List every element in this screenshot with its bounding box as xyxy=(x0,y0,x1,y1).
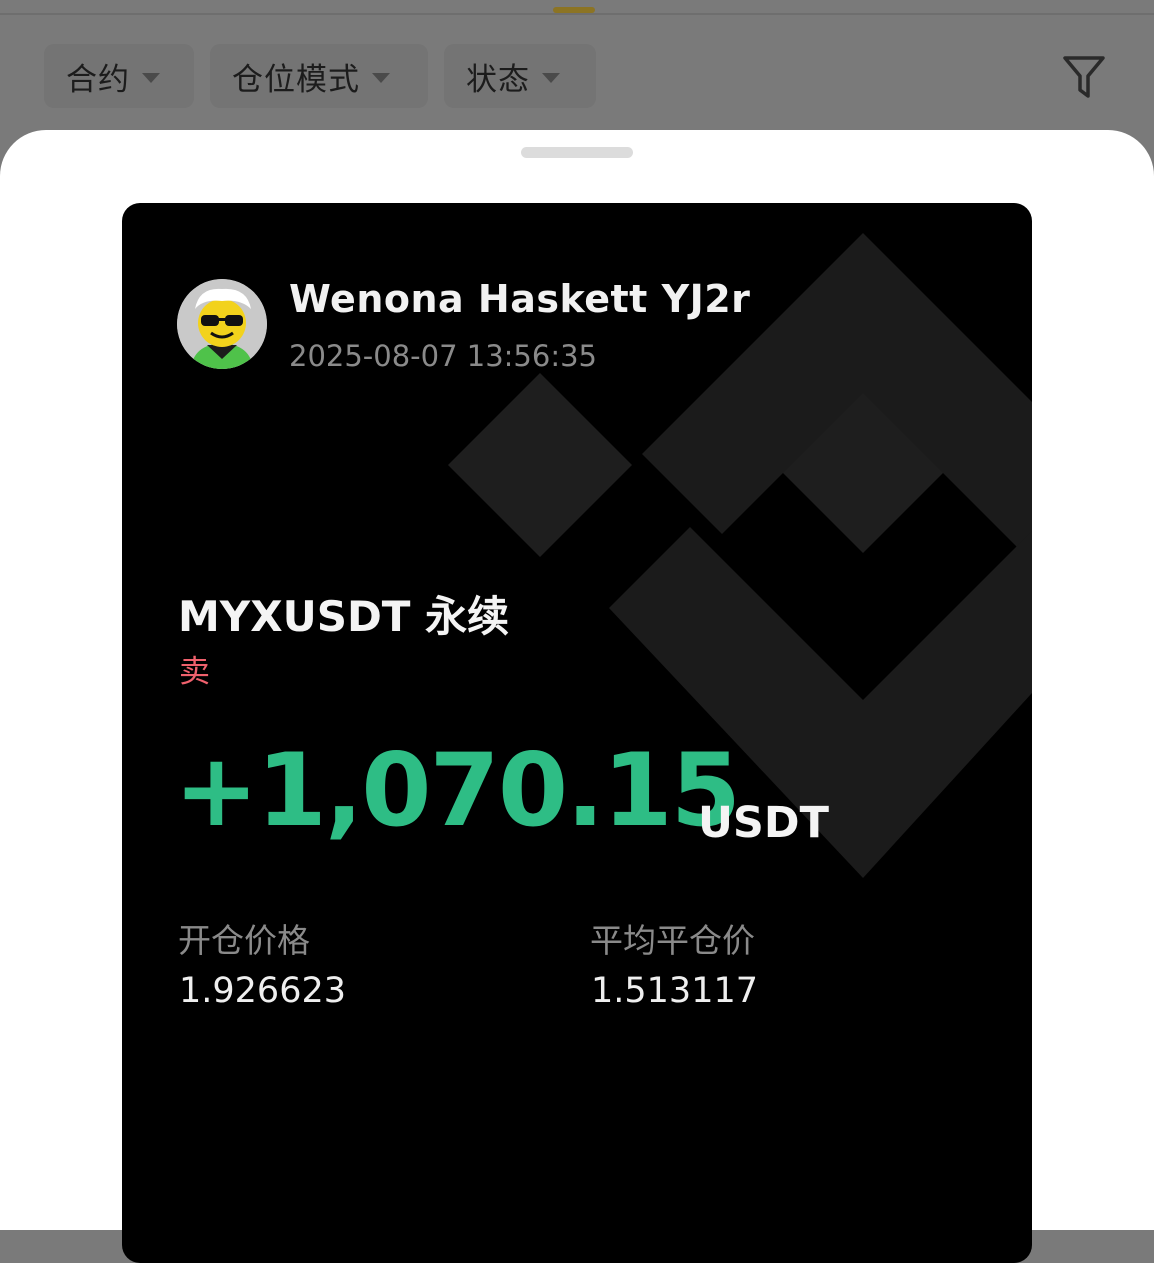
close-price-value: 1.513117 xyxy=(591,971,759,1011)
filter-position-mode-dropdown[interactable]: 仓位模式 xyxy=(210,44,428,108)
pnl-unit: USDT xyxy=(698,798,829,848)
sheet-drag-handle[interactable] xyxy=(521,147,633,158)
pnl-share-card: Wenona Haskett YJ2r 2025-08-07 13:56:35 … xyxy=(122,203,1032,1263)
share-timestamp: 2025-08-07 13:56:35 xyxy=(289,339,597,373)
entry-price-label: 开仓价格 xyxy=(178,921,310,960)
contract-name: MYXUSDT 永续 xyxy=(178,592,510,641)
username: Wenona Haskett YJ2r xyxy=(289,277,751,321)
filter-status-label: 状态 xyxy=(466,61,530,98)
active-tab-indicator xyxy=(553,7,595,13)
chevron-down-icon xyxy=(372,73,390,83)
entry-price-value: 1.926623 xyxy=(179,971,347,1011)
filter-position-mode-label: 仓位模式 xyxy=(232,61,360,98)
chevron-down-icon xyxy=(142,73,160,83)
funnel-filter-icon[interactable] xyxy=(1062,54,1106,100)
close-price-label: 平均平仓价 xyxy=(590,921,755,960)
user-avatar xyxy=(177,279,267,369)
header-divider xyxy=(0,13,1154,15)
pnl-value: +1,070.15 xyxy=(174,731,741,849)
filter-contract-label: 合约 xyxy=(66,61,130,98)
trade-side: 卖 xyxy=(179,654,210,690)
user-avatar-cartoon xyxy=(177,279,267,369)
filter-contract-dropdown[interactable]: 合约 xyxy=(44,44,194,108)
chevron-down-icon xyxy=(542,73,560,83)
share-bottom-sheet: Wenona Haskett YJ2r 2025-08-07 13:56:35 … xyxy=(0,130,1154,1263)
filter-status-dropdown[interactable]: 状态 xyxy=(444,44,596,108)
